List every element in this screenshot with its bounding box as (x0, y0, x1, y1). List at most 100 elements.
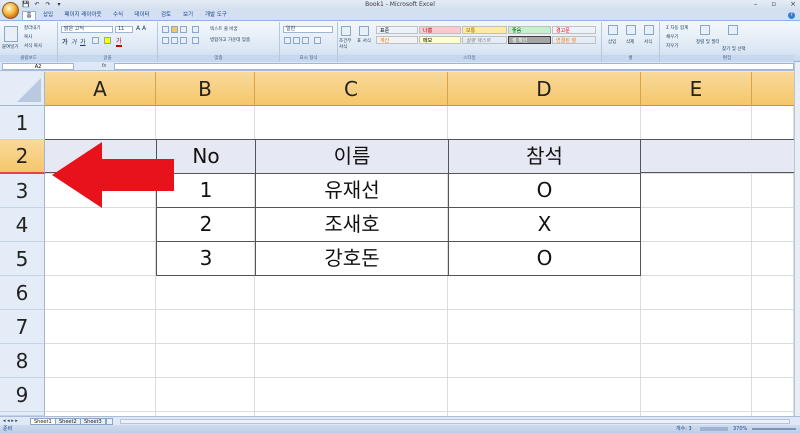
qat-customize-icon[interactable]: ▾ (55, 1, 63, 9)
grid-cell[interactable] (45, 276, 156, 310)
sort-filter-icon[interactable] (700, 25, 710, 35)
format-table-button[interactable]: 표 서식 (357, 39, 371, 45)
select-all-button[interactable] (0, 72, 45, 106)
grid-cell[interactable] (641, 106, 752, 140)
find-select-icon[interactable] (728, 25, 738, 35)
style-bad[interactable]: 나쁨 (419, 26, 461, 34)
grid-cell[interactable] (752, 344, 794, 378)
save-icon[interactable]: 💾 (22, 1, 30, 9)
grid-cell[interactable] (752, 174, 794, 208)
format-table-icon[interactable] (359, 26, 369, 36)
style-note[interactable]: 메모 (419, 36, 461, 44)
formula-input[interactable] (114, 63, 794, 70)
fill-button[interactable]: 채우기 (666, 34, 678, 40)
sheet-nav-icon[interactable]: ◂ ◂ ▸ ▸ (3, 418, 18, 424)
tab-insert[interactable]: 삽입 (38, 11, 58, 20)
grid-cell[interactable] (45, 378, 156, 412)
grid-cell[interactable] (641, 310, 752, 344)
sort-filter-button[interactable]: 정렬 및 필터 (696, 39, 720, 45)
grid-cell[interactable] (45, 242, 156, 276)
office-button[interactable] (2, 2, 19, 19)
align-left-icon[interactable] (162, 37, 169, 44)
grid-cell[interactable] (45, 310, 156, 344)
delete-cells-icon[interactable] (626, 25, 636, 35)
redo-icon[interactable]: ↷ (44, 1, 52, 9)
style-neutral[interactable]: 보통 (462, 26, 507, 34)
row-header-3[interactable]: 3 (0, 174, 45, 208)
sheet-tab-2[interactable]: Sheet2 (55, 418, 81, 425)
row-header-1[interactable]: 1 (0, 106, 45, 140)
grid-cell[interactable] (156, 344, 255, 378)
align-middle-icon[interactable] (171, 26, 178, 33)
table-cell[interactable]: 조새호 (255, 207, 449, 242)
style-warning[interactable]: 경고문 (552, 26, 596, 34)
tab-review[interactable]: 검토 (156, 11, 176, 20)
format-cells-icon[interactable] (644, 25, 654, 35)
grid-cell[interactable] (752, 310, 794, 344)
grid-cell[interactable] (45, 106, 156, 140)
grid-cell[interactable] (255, 378, 448, 412)
grid-cell[interactable] (255, 106, 448, 140)
grid-cell[interactable] (752, 208, 794, 242)
column-header-d[interactable]: D (448, 72, 641, 106)
autosum-button[interactable]: Σ 자동 합계 (666, 25, 688, 31)
help-icon[interactable]: ? (788, 12, 795, 19)
undo-icon[interactable]: ↶ (33, 1, 41, 9)
conditional-format-button[interactable]: 조건부 서식 (339, 39, 355, 51)
grid-cell[interactable] (45, 344, 156, 378)
format-cells-button[interactable]: 서식 (644, 39, 652, 45)
paste-icon[interactable] (4, 26, 18, 42)
indent-icon[interactable] (192, 37, 199, 44)
format-painter-button[interactable]: 서식 복사 (24, 43, 42, 49)
new-sheet-icon[interactable] (106, 418, 113, 425)
insert-function-button[interactable]: fx (94, 63, 114, 70)
sheet-tab-1[interactable]: Sheet1 (30, 418, 56, 425)
sheet-tab-3[interactable]: Sheet3 (80, 418, 106, 425)
table-cell[interactable]: O (448, 173, 641, 208)
style-check[interactable]: 셀 확인 (508, 36, 551, 44)
column-header-b[interactable]: B (156, 72, 255, 106)
grid-cell[interactable] (752, 378, 794, 412)
align-bottom-icon[interactable] (180, 26, 187, 33)
row-header-8[interactable]: 8 (0, 344, 45, 378)
insert-cells-button[interactable]: 삽입 (608, 39, 616, 45)
worksheet-grid[interactable]: A B C D E 1 2 3 4 5 6 7 8 9 No 이름 참석 1 유… (0, 72, 794, 416)
zoom-slider[interactable] (752, 428, 796, 430)
currency-icon[interactable] (284, 37, 291, 44)
font-name-select[interactable]: 맑은 고딕 (61, 26, 113, 33)
column-header-f[interactable] (752, 72, 794, 106)
grid-cell[interactable] (641, 174, 752, 208)
table-cell[interactable]: O (448, 241, 641, 276)
decimal-icon[interactable] (314, 37, 321, 44)
tab-developer[interactable]: 개발 도구 (200, 11, 232, 20)
row-header-7[interactable]: 7 (0, 310, 45, 344)
close-button[interactable]: × (790, 0, 796, 8)
grid-cell[interactable] (641, 276, 752, 310)
grid-cell[interactable] (255, 344, 448, 378)
bold-icon[interactable]: 가 (62, 37, 68, 46)
wrap-text-button[interactable]: 텍스트 줄 바꿈 (210, 26, 238, 32)
vertical-scrollbar[interactable] (794, 62, 800, 416)
align-right-icon[interactable] (180, 37, 187, 44)
paste-button[interactable]: 붙여넣기 (2, 44, 19, 50)
number-format-select[interactable]: 일반 (283, 26, 333, 33)
grow-font-icon[interactable]: A A (136, 25, 146, 32)
grid-cell[interactable] (156, 106, 255, 140)
tab-view[interactable]: 보기 (178, 11, 198, 20)
align-center-icon[interactable] (171, 37, 178, 44)
orientation-icon[interactable] (192, 26, 199, 33)
grid-cell[interactable] (45, 208, 156, 242)
copy-button[interactable]: 복사 (24, 34, 32, 40)
table-header-attend[interactable]: 참석 (448, 139, 641, 174)
grid-cell[interactable] (752, 276, 794, 310)
style-calc[interactable]: 계산 (376, 36, 418, 44)
table-cell[interactable]: 강호돈 (255, 241, 449, 276)
merge-center-button[interactable]: 병합하고 가운데 맞춤 (210, 37, 250, 43)
tab-page-layout[interactable]: 페이지 레이아웃 (60, 11, 106, 20)
grid-cell[interactable] (752, 106, 794, 140)
percent-icon[interactable] (293, 37, 300, 44)
style-explanatory[interactable]: 설명 텍스트 (462, 36, 507, 44)
tab-formulas[interactable]: 수식 (108, 11, 128, 20)
grid-cell[interactable] (752, 242, 794, 276)
table-cell[interactable]: 2 (156, 207, 256, 242)
